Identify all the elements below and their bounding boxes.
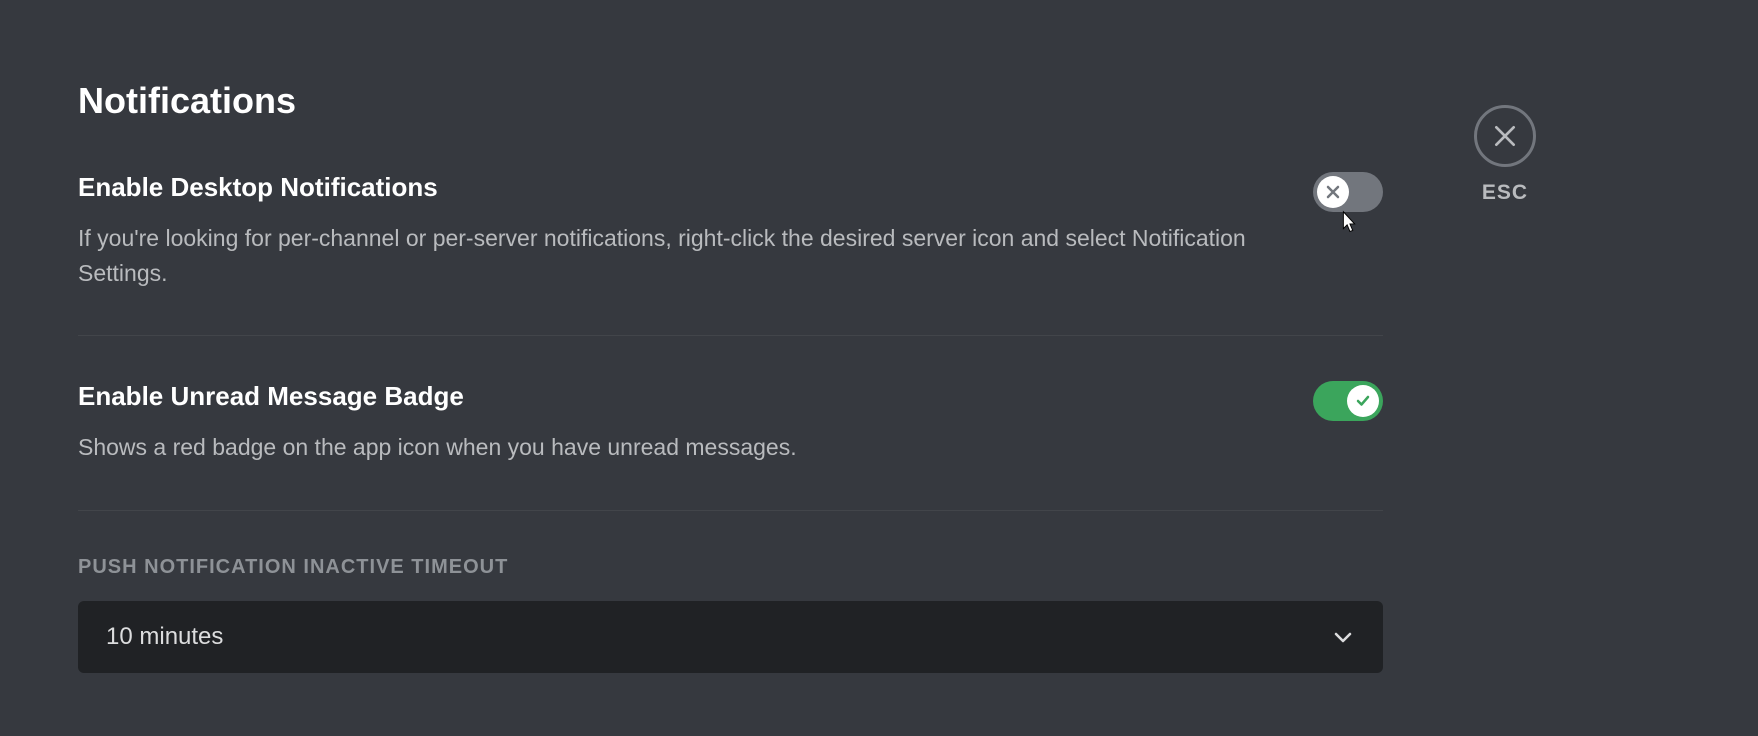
toggle-knob-on	[1347, 385, 1379, 417]
select-value-push-timeout: 10 minutes	[106, 623, 223, 651]
setting-title-unread-badge: Enable Unread Message Badge	[78, 381, 1273, 412]
x-icon	[1326, 185, 1340, 199]
toggle-knob-off	[1317, 176, 1349, 208]
divider	[78, 335, 1383, 336]
close-button[interactable]: ESC	[1474, 105, 1536, 205]
setting-title-desktop-notifications: Enable Desktop Notifications	[78, 172, 1273, 203]
chevron-down-icon	[1331, 625, 1355, 649]
toggle-unread-badge[interactable]	[1313, 381, 1383, 421]
section-label-push-timeout: PUSH NOTIFICATION INACTIVE TIMEOUT	[78, 556, 1400, 579]
setting-row-unread-badge: Enable Unread Message Badge Shows a red …	[78, 381, 1383, 465]
close-circle	[1474, 105, 1536, 167]
close-icon	[1492, 123, 1518, 149]
setting-description-desktop-notifications: If you're looking for per-channel or per…	[78, 221, 1273, 290]
setting-description-unread-badge: Shows a red badge on the app icon when y…	[78, 430, 1273, 465]
divider	[78, 510, 1383, 511]
close-label: ESC	[1482, 181, 1528, 205]
check-icon	[1355, 393, 1371, 409]
page-title: Notifications	[78, 80, 1400, 122]
toggle-desktop-notifications[interactable]	[1313, 172, 1383, 212]
select-push-timeout[interactable]: 10 minutes	[78, 601, 1383, 673]
setting-row-desktop-notifications: Enable Desktop Notifications If you're l…	[78, 172, 1383, 290]
